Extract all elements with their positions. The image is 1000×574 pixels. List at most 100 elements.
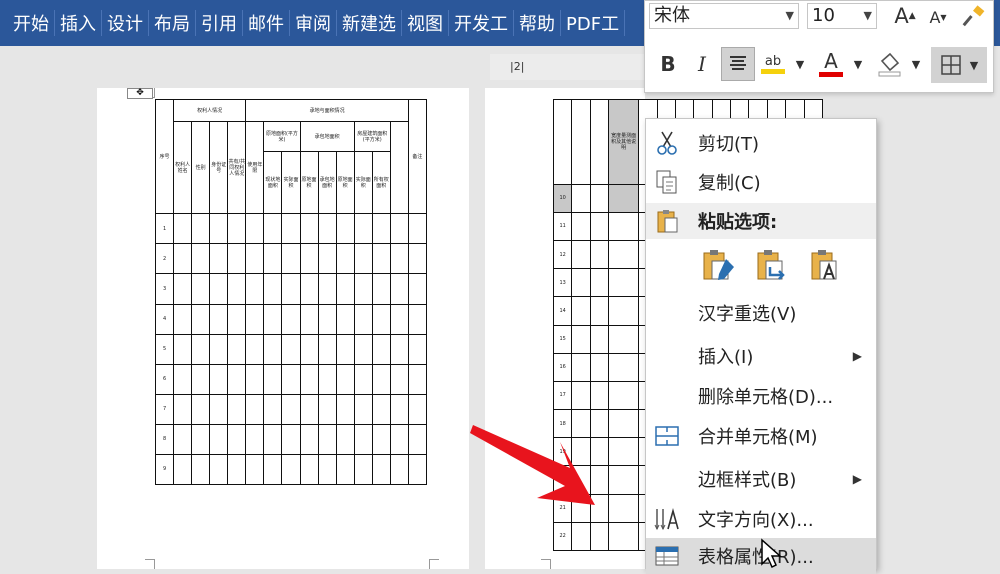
chevron-down-icon[interactable]: ▼	[786, 4, 794, 28]
paste-merge-formatting-button[interactable]	[752, 247, 790, 285]
table-cell[interactable]	[173, 273, 193, 305]
table-cell[interactable]	[245, 423, 265, 455]
table-cell[interactable]	[353, 213, 373, 245]
table-cell[interactable]	[227, 303, 247, 335]
table-cell[interactable]	[245, 363, 265, 395]
table-cell[interactable]	[589, 268, 610, 298]
shrink-font-button[interactable]: A ▼	[926, 5, 950, 29]
table-cell[interactable]	[371, 393, 391, 425]
table-cell[interactable]	[571, 324, 591, 354]
table-cell[interactable]	[191, 243, 211, 275]
table-cell[interactable]	[407, 333, 428, 365]
table-cell[interactable]	[407, 213, 428, 245]
grow-font-button[interactable]: A ▲	[892, 3, 918, 29]
menu-item-border-styles[interactable]: 边框样式(B) ▶	[646, 461, 876, 497]
table-header-cell[interactable]	[571, 99, 591, 185]
table-cell[interactable]	[245, 453, 265, 486]
row-number-cell[interactable]: 4	[154, 303, 175, 335]
table-cell[interactable]	[281, 393, 301, 425]
table-cell[interactable]	[281, 273, 301, 305]
table-cell[interactable]	[335, 303, 355, 335]
table-cell[interactable]	[335, 213, 355, 245]
table-cell[interactable]	[407, 243, 428, 275]
table-cell[interactable]	[317, 393, 337, 425]
table-cell[interactable]	[335, 273, 355, 305]
borders-button[interactable]: ▼	[931, 47, 987, 83]
table-cell[interactable]	[173, 423, 193, 455]
row-number-cell[interactable]: 2	[154, 243, 175, 275]
table-cell[interactable]	[371, 363, 391, 395]
table-cell[interactable]	[299, 363, 319, 395]
table-cell[interactable]	[371, 423, 391, 455]
row-number-cell[interactable]: 22	[552, 521, 573, 552]
table-cell[interactable]	[209, 213, 229, 245]
table-cell[interactable]	[263, 453, 283, 486]
ribbon-tab[interactable]: 设计	[102, 10, 149, 36]
table-cell[interactable]	[353, 273, 373, 305]
table-cell[interactable]	[191, 303, 211, 335]
table-cell[interactable]	[407, 453, 428, 486]
table-cell[interactable]	[571, 296, 591, 326]
table-cell[interactable]	[227, 273, 247, 305]
table-cell[interactable]	[389, 453, 409, 486]
row-number-cell[interactable]: 11	[552, 211, 573, 241]
row-number-cell[interactable]: 14	[552, 296, 573, 326]
table-cell[interactable]	[353, 363, 373, 395]
paste-text-only-button[interactable]	[806, 247, 844, 285]
table-cell[interactable]	[191, 453, 211, 486]
table-cell[interactable]	[209, 453, 229, 486]
row-number-cell[interactable]: 9	[154, 453, 175, 486]
chevron-down-icon[interactable]: ▼	[970, 59, 978, 72]
table-cell[interactable]	[407, 423, 428, 455]
table-cell[interactable]	[191, 363, 211, 395]
table-cell[interactable]	[353, 453, 373, 486]
table-cell[interactable]	[571, 521, 591, 552]
table-cell[interactable]	[389, 243, 409, 275]
table-cell[interactable]	[317, 423, 337, 455]
table-cell[interactable]	[353, 393, 373, 425]
table-cell[interactable]	[608, 380, 640, 411]
table-cell[interactable]	[299, 393, 319, 425]
center-align-button[interactable]	[721, 47, 755, 81]
table-cell[interactable]	[281, 333, 301, 365]
table-cell[interactable]	[227, 363, 247, 395]
table-cell[interactable]	[389, 303, 409, 335]
table-cell[interactable]	[227, 243, 247, 275]
table-cell[interactable]	[608, 521, 640, 552]
table-cell[interactable]	[227, 213, 247, 245]
row-number-cell[interactable]: 6	[154, 363, 175, 395]
table-cell[interactable]	[389, 273, 409, 305]
menu-item-reconvert[interactable]: 汉字重选(V)	[646, 295, 876, 331]
table-cell[interactable]	[209, 243, 229, 275]
table-cell[interactable]	[245, 303, 265, 335]
table-cell[interactable]	[299, 243, 319, 275]
table-cell[interactable]	[335, 333, 355, 365]
table-cell[interactable]	[317, 273, 337, 305]
row-number-cell[interactable]: 7	[154, 393, 175, 425]
table-cell[interactable]	[589, 521, 610, 552]
table-cell[interactable]	[173, 243, 193, 275]
ribbon-tab[interactable]: 视图	[402, 10, 449, 36]
table-cell[interactable]	[371, 273, 391, 305]
table-cell[interactable]	[263, 363, 283, 395]
table-cell[interactable]	[608, 239, 640, 270]
table-cell[interactable]	[335, 423, 355, 455]
table-cell[interactable]	[608, 183, 640, 213]
chevron-down-icon[interactable]: ▼	[909, 51, 923, 77]
table-cell[interactable]	[389, 423, 409, 455]
table-cell[interactable]	[209, 303, 229, 335]
selected-header-cell[interactable]: 宽度量测面积及其他说明	[608, 99, 640, 185]
table-cell[interactable]	[227, 423, 247, 455]
table-cell[interactable]	[571, 239, 591, 270]
ribbon-tab[interactable]: 邮件	[243, 10, 290, 36]
table-cell[interactable]	[335, 453, 355, 486]
table-cell[interactable]	[608, 296, 640, 326]
table-cell[interactable]	[389, 333, 409, 365]
table-cell[interactable]	[371, 453, 391, 486]
table-cell[interactable]	[371, 243, 391, 275]
table-cell[interactable]	[191, 213, 211, 245]
table-cell[interactable]	[608, 211, 640, 241]
table-cell[interactable]	[608, 352, 640, 382]
table-cell[interactable]	[389, 363, 409, 395]
table-cell[interactable]	[407, 393, 428, 425]
